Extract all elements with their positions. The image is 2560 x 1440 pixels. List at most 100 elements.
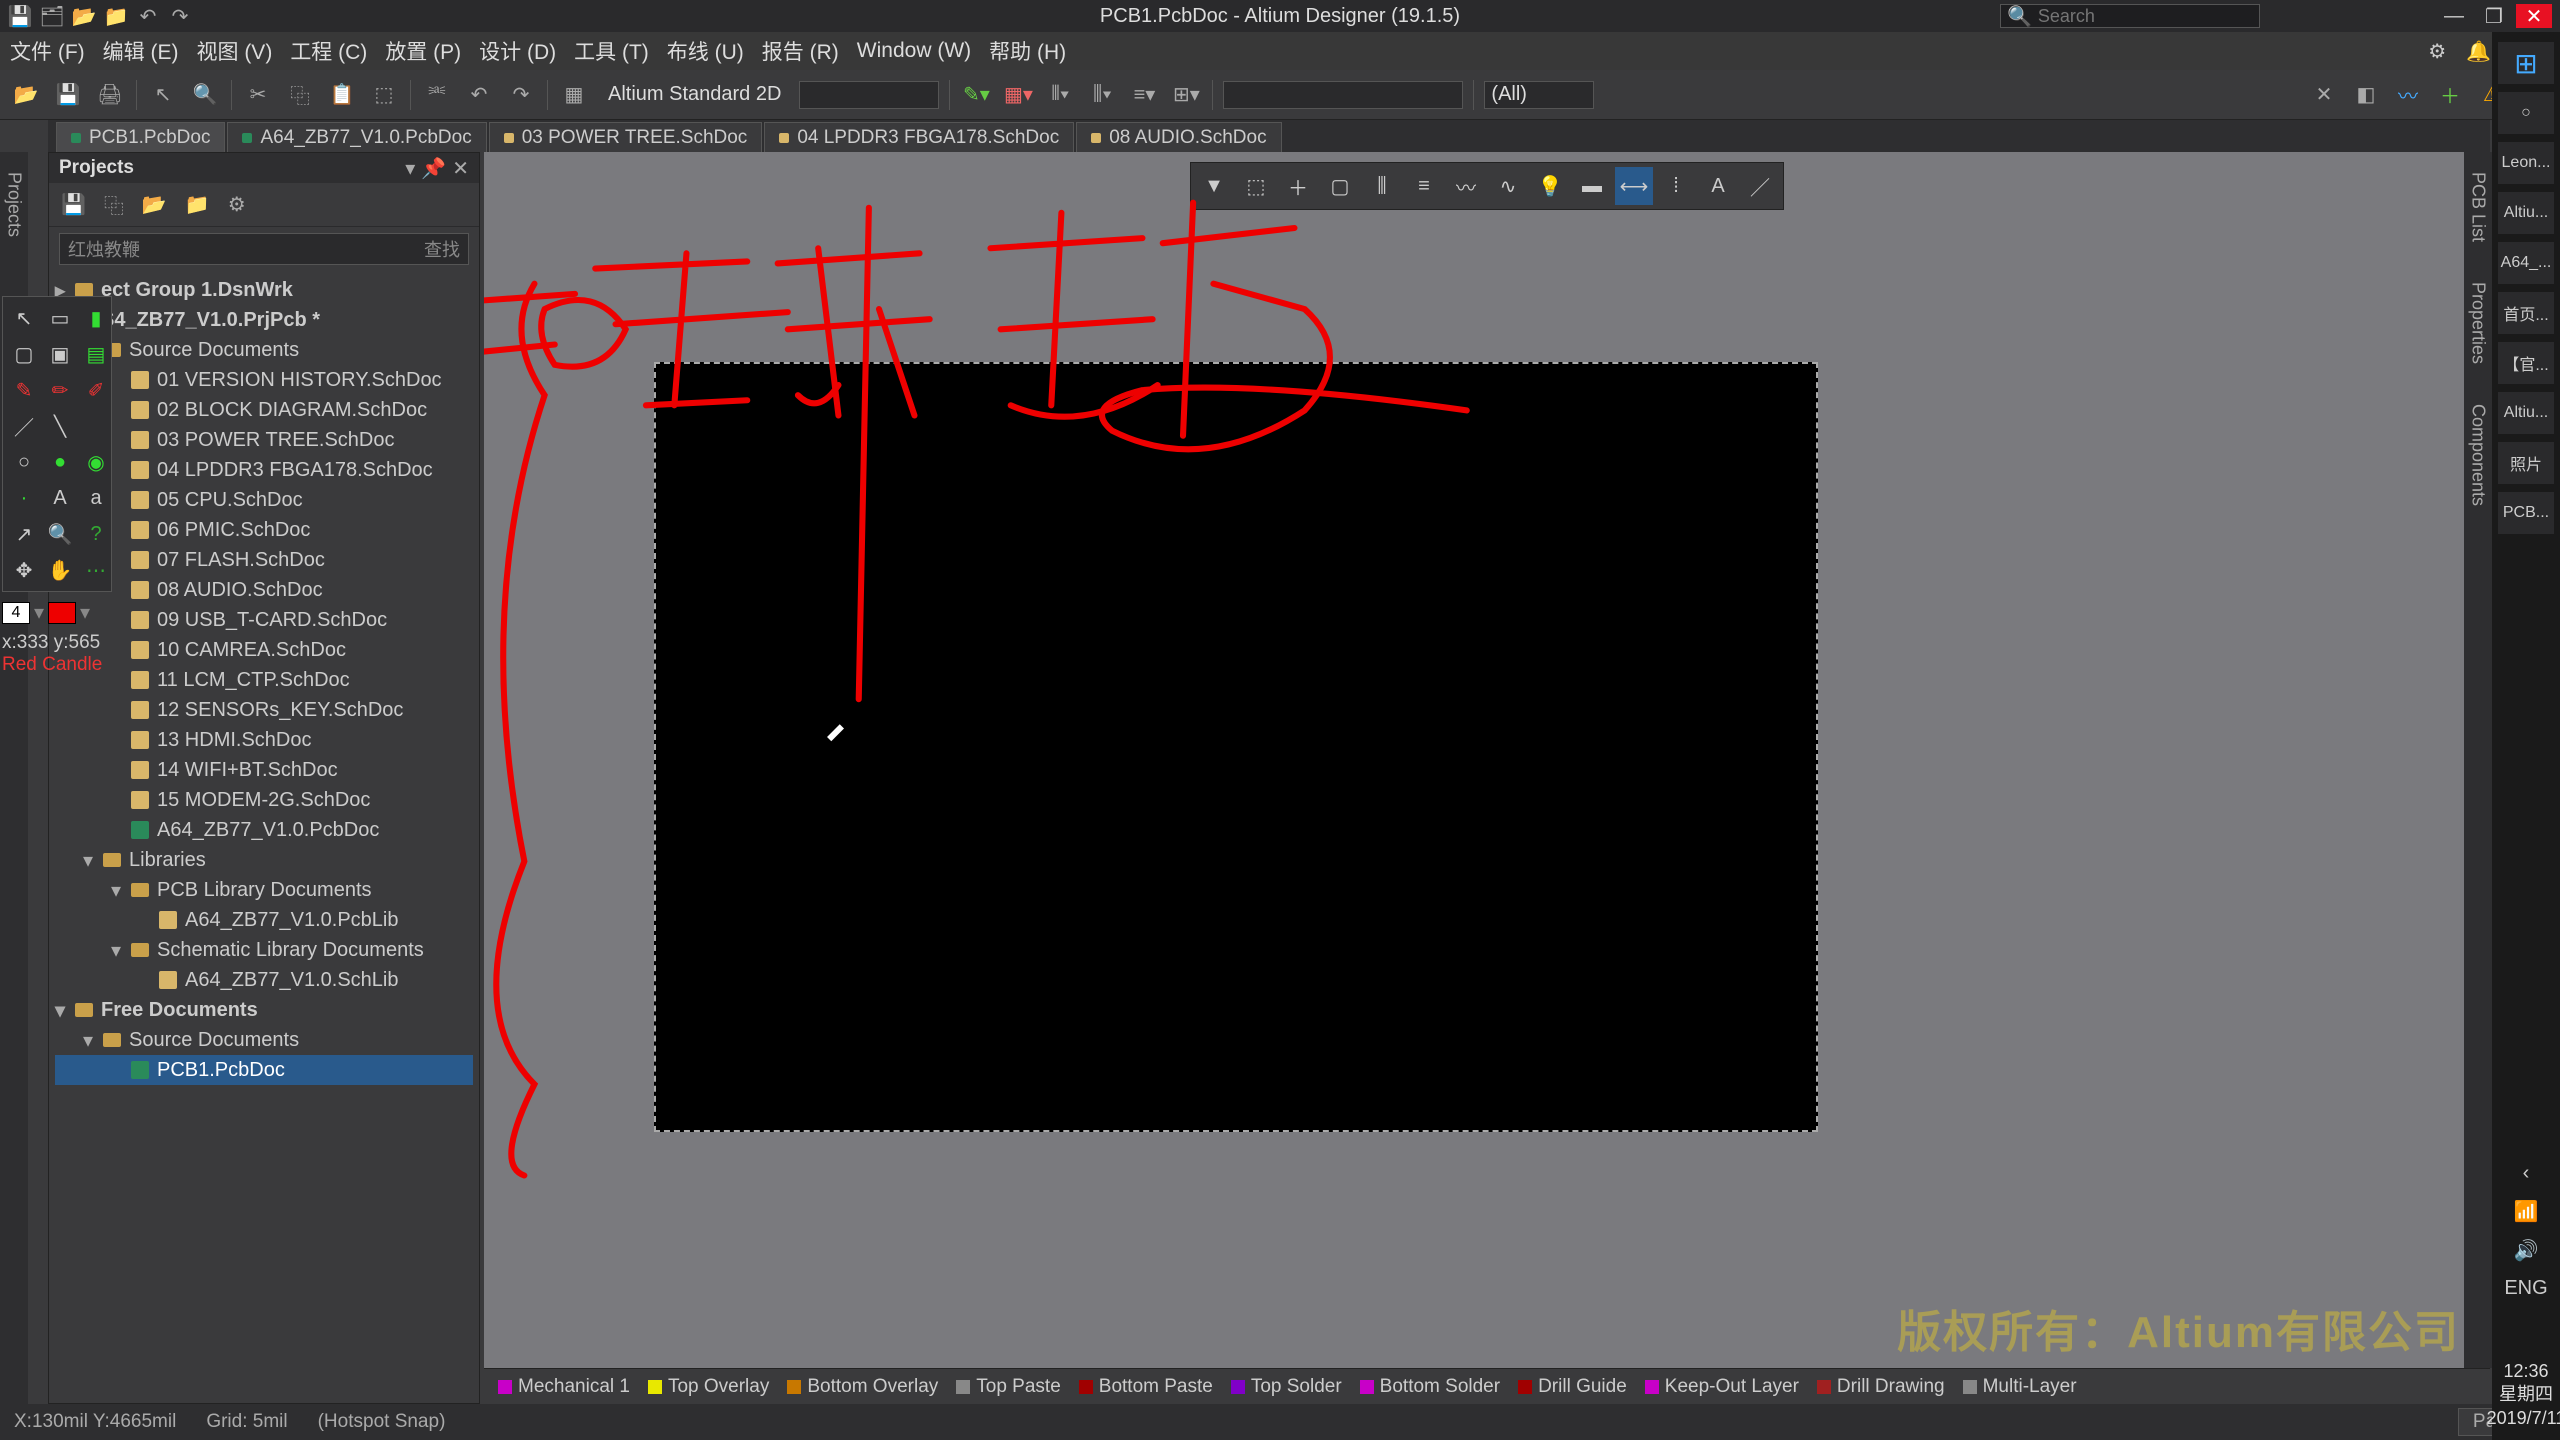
tree-row[interactable]: 07 FLASH.SchDoc — [55, 545, 473, 575]
line-icon[interactable]: ／ — [9, 411, 39, 441]
tree-row[interactable]: ▾Libraries — [55, 845, 473, 875]
task-item[interactable]: Altiu... — [2498, 392, 2554, 434]
task-item[interactable]: PCB... — [2498, 492, 2554, 534]
circ-icon[interactable]: ○ — [9, 447, 39, 477]
menu-window[interactable]: Window (W) — [857, 39, 971, 63]
tree-row[interactable]: ▾Free Documents — [55, 995, 473, 1025]
rect2-icon[interactable]: ▣ — [45, 339, 75, 369]
dim2-btn[interactable]: ⁞ — [1657, 167, 1695, 205]
folder-open-icon[interactable]: 📂 — [142, 192, 167, 217]
pcblist-tab[interactable]: PCB List — [2468, 172, 2489, 242]
start-button[interactable]: ⊞ — [2498, 42, 2554, 84]
tree-row[interactable]: A64_ZB77_V1.0.PcbDoc — [55, 815, 473, 845]
undo-icon[interactable]: ↶ — [136, 4, 160, 28]
tray-chevron-icon[interactable]: ‹ — [2523, 1162, 2530, 1185]
tree-row[interactable]: 01 VERSION HISTORY.SchDoc — [55, 365, 473, 395]
add-btn[interactable]: ＋ — [1279, 167, 1317, 205]
wifi-icon[interactable]: 📶 — [2514, 1199, 2539, 1224]
arrow-icon[interactable]: ↗ — [9, 519, 39, 549]
layer-tab[interactable]: Multi-Layer — [1963, 1376, 2077, 1398]
layer-tab[interactable]: Keep-Out Layer — [1645, 1376, 1799, 1398]
doc-tab[interactable]: 04 LPDDR3 FBGA178.SchDoc — [764, 122, 1074, 152]
view-mode-dropdown[interactable] — [799, 81, 939, 109]
tree-row[interactable]: 09 USB_T-CARD.SchDoc — [55, 605, 473, 635]
task-item[interactable]: 照片 — [2498, 442, 2554, 484]
pcb-board[interactable] — [654, 362, 1818, 1132]
text-icon[interactable]: A — [45, 483, 75, 513]
tree-row[interactable]: 06 PMIC.SchDoc — [55, 515, 473, 545]
select-btn[interactable]: ⬚ — [1237, 167, 1275, 205]
open-button[interactable]: 📂 — [10, 79, 42, 111]
redo-icon[interactable]: ↷ — [168, 4, 192, 28]
doc-tab[interactable]: 03 POWER TREE.SchDoc — [489, 122, 763, 152]
project-tree[interactable]: ▸ect Group 1.DsnWrk▾S4_ZB77_V1.0.PrjPcb … — [49, 271, 479, 1403]
mask-icon[interactable]: ◧ — [2350, 79, 2382, 111]
folder2-icon[interactable]: 📁 — [185, 192, 210, 217]
tree-row[interactable]: PCB1.PcbDoc — [55, 1055, 473, 1085]
panel-search[interactable]: 红烛教鞭 查找 — [59, 233, 469, 265]
doc-tab[interactable]: A64_ZB77_V1.0.PcbDoc — [227, 122, 486, 152]
wave-icon[interactable]: 〰 — [2392, 79, 2424, 111]
tree-row[interactable]: ▸ect Group 1.DsnWrk — [55, 275, 473, 305]
help2-icon[interactable]: ? — [81, 519, 111, 549]
circle3-icon[interactable]: ◉ — [81, 447, 111, 477]
save-button[interactable]: 💾 — [52, 79, 84, 111]
tree-row[interactable]: 11 LCM_CTP.SchDoc — [55, 665, 473, 695]
pcb-canvas[interactable]: ▼ ⬚ ＋ ▢ ⫼ ≡ 〰 ∿ 💡 ▬ ⟷ ⁞ A ／ — [484, 152, 2490, 1368]
layer-tab[interactable]: Bottom Overlay — [787, 1376, 938, 1398]
open-icon[interactable]: 📂 — [72, 4, 96, 28]
rect3-icon[interactable]: ▤ — [81, 339, 111, 369]
bar-btn[interactable]: ⫼ — [1363, 167, 1401, 205]
zoom2-icon[interactable]: 🔍 — [45, 519, 75, 549]
cortana-button[interactable]: ○ — [2498, 92, 2554, 134]
global-search[interactable]: 🔍 — [2000, 4, 2260, 28]
components-tab[interactable]: Components — [2468, 404, 2489, 506]
gear-icon[interactable]: ⚙ — [2428, 39, 2446, 64]
undo2-icon[interactable]: ↶ — [463, 79, 495, 111]
line2-icon[interactable]: ╲ — [45, 411, 75, 441]
flag-btn[interactable]: ▬ — [1573, 167, 1611, 205]
layer-tab[interactable]: Top Paste — [956, 1376, 1061, 1398]
save-all-icon[interactable]: 🗂 — [40, 4, 64, 28]
close-button[interactable]: ✕ — [2516, 4, 2552, 28]
doc-tab[interactable]: PCB1.PcbDoc — [56, 122, 225, 152]
highlight-icon[interactable]: ✎▾ — [960, 79, 992, 111]
layer-tab[interactable]: Bottom Solder — [1360, 1376, 1500, 1398]
distribute-icon[interactable]: ⫼▾ — [1086, 79, 1118, 111]
tree-row[interactable]: 10 CAMREA.SchDoc — [55, 635, 473, 665]
line-btn[interactable]: ／ — [1741, 167, 1779, 205]
tree-row[interactable]: ▾PCB Library Documents — [55, 875, 473, 905]
plus-icon[interactable]: ＋ — [2434, 79, 2466, 111]
system-clock[interactable]: 12:36 星期四 2019/7/11 — [2487, 1360, 2560, 1430]
search-input[interactable] — [2038, 6, 2238, 27]
layers-icon[interactable]: ▦▾ — [1002, 79, 1034, 111]
properties-tab[interactable]: Properties — [2468, 282, 2489, 364]
tree-row[interactable]: 15 MODEM-2G.SchDoc — [55, 785, 473, 815]
menu-file[interactable]: 文件 (F) — [10, 36, 85, 66]
tree-row[interactable]: 08 AUDIO.SchDoc — [55, 575, 473, 605]
fill-icon[interactable]: ▮ — [81, 303, 111, 333]
pen-icon[interactable]: ✎ — [9, 375, 39, 405]
pin2-icon[interactable]: 📌 — [421, 156, 446, 181]
tree-row[interactable]: 05 CPU.SchDoc — [55, 485, 473, 515]
redo2-icon[interactable]: ↷ — [505, 79, 537, 111]
marker-icon[interactable]: ✏ — [45, 375, 75, 405]
erase-icon[interactable]: ▭ — [45, 303, 75, 333]
tree-row[interactable]: 04 LPDDR3 FBGA178.SchDoc — [55, 455, 473, 485]
tree-row[interactable]: 13 HDMI.SchDoc — [55, 725, 473, 755]
line3-icon[interactable] — [81, 411, 111, 441]
stamp-icon[interactable]: ⬚ — [368, 79, 400, 111]
clear-icon[interactable]: ✕ — [2308, 79, 2340, 111]
tree-row[interactable]: ▾Source Documents — [55, 335, 473, 365]
tree-row[interactable]: ▾Source Documents — [55, 1025, 473, 1055]
paste-icon[interactable]: 📋 — [326, 79, 358, 111]
cursor-icon[interactable]: ↖ — [147, 79, 179, 111]
tree-row[interactable]: 14 WIFI+BT.SchDoc — [55, 755, 473, 785]
color-picker-row[interactable]: 4 ▾ ▾ — [2, 600, 90, 625]
text-btn[interactable]: A — [1699, 167, 1737, 205]
menu-reports[interactable]: 报告 (R) — [762, 36, 839, 66]
layer-tab[interactable]: Drill Drawing — [1817, 1376, 1945, 1398]
zoom-icon[interactable]: 🔍 — [189, 79, 221, 111]
sound-icon[interactable]: 🔊 — [2514, 1238, 2539, 1263]
settings-icon[interactable]: ⚙ — [228, 192, 246, 217]
